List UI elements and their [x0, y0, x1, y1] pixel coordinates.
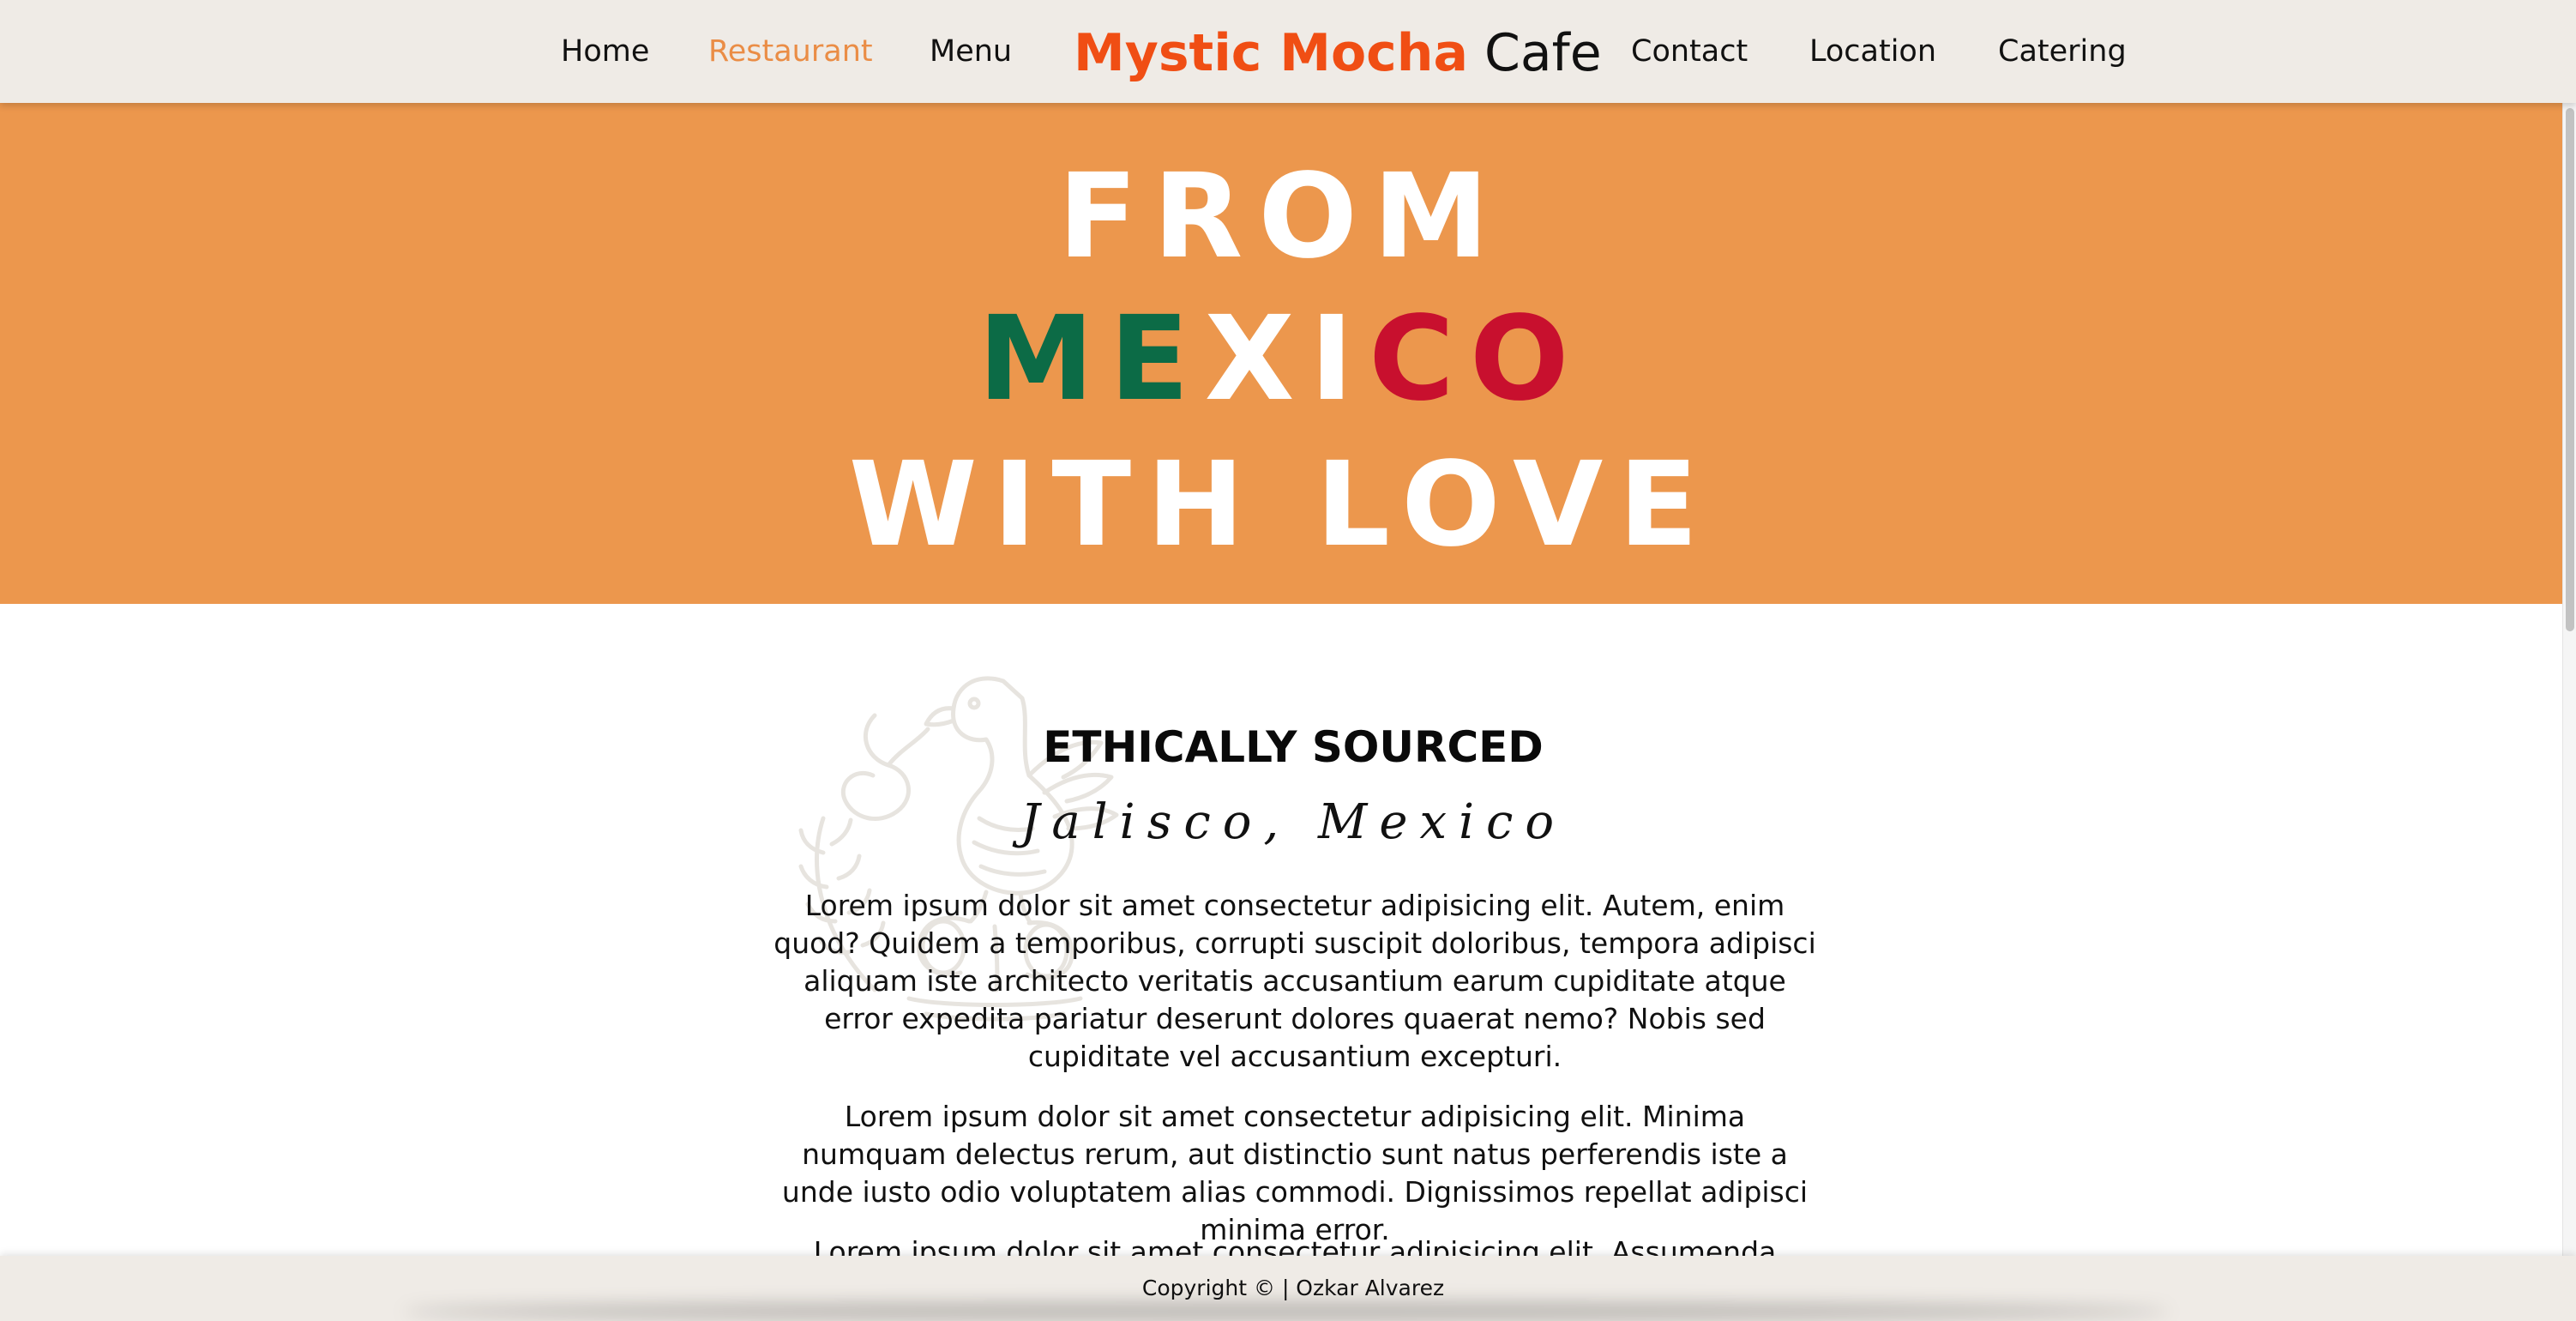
hero-line-mexico: MEXICO [0, 295, 2562, 424]
brand-logo[interactable]: Mystic Mocha Cafe [1074, 19, 1602, 87]
brand-name-accent: Mystic Mocha [1074, 23, 1468, 83]
hero-mexico-green-part: ME [978, 292, 1205, 427]
brand-name-plain: Cafe [1484, 23, 1602, 83]
page: Home Restaurant Menu Mystic Mocha Cafe C… [0, 0, 2576, 1321]
top-navbar: Home Restaurant Menu Mystic Mocha Cafe C… [0, 0, 2576, 103]
vertical-scrollbar[interactable] [2562, 103, 2576, 1258]
hero-line-from: FROM [1057, 149, 1505, 285]
nav-link-contact[interactable]: Contact [1631, 27, 1748, 75]
nav-link-restaurant[interactable]: Restaurant [708, 27, 873, 75]
nav-link-home[interactable]: Home [561, 27, 649, 75]
hero-mexico-white-part: XI [1204, 292, 1369, 427]
main-content: ETHICALLY SOURCED Jalisco, Mexico Lorem … [0, 604, 2562, 1256]
nav-link-menu[interactable]: Menu [930, 27, 1012, 75]
body-paragraph-1: Lorem ipsum dolor sit amet consectetur a… [773, 889, 1816, 1073]
section-title: ETHICALLY SOURCED [1043, 722, 1544, 772]
section-subtitle: Jalisco, Mexico [1020, 794, 1567, 850]
body-paragraph-2: Lorem ipsum dolor sit amet consectetur a… [781, 1100, 1809, 1246]
footer-shadow [403, 1302, 2170, 1321]
hero-banner: FROM MEXICO WITH LOVE [0, 103, 2562, 604]
nav-link-location[interactable]: Location [1809, 27, 1936, 75]
hero-mexico-red-part: CO [1369, 292, 1585, 427]
hero-line-with-love: WITH LOVE [848, 437, 1714, 573]
scrollbar-thumb[interactable] [2566, 108, 2574, 631]
body-paragraph-3: Lorem ipsum dolor sit amet consectetur a… [813, 1235, 1777, 1256]
nav-link-catering[interactable]: Catering [1998, 27, 2127, 75]
